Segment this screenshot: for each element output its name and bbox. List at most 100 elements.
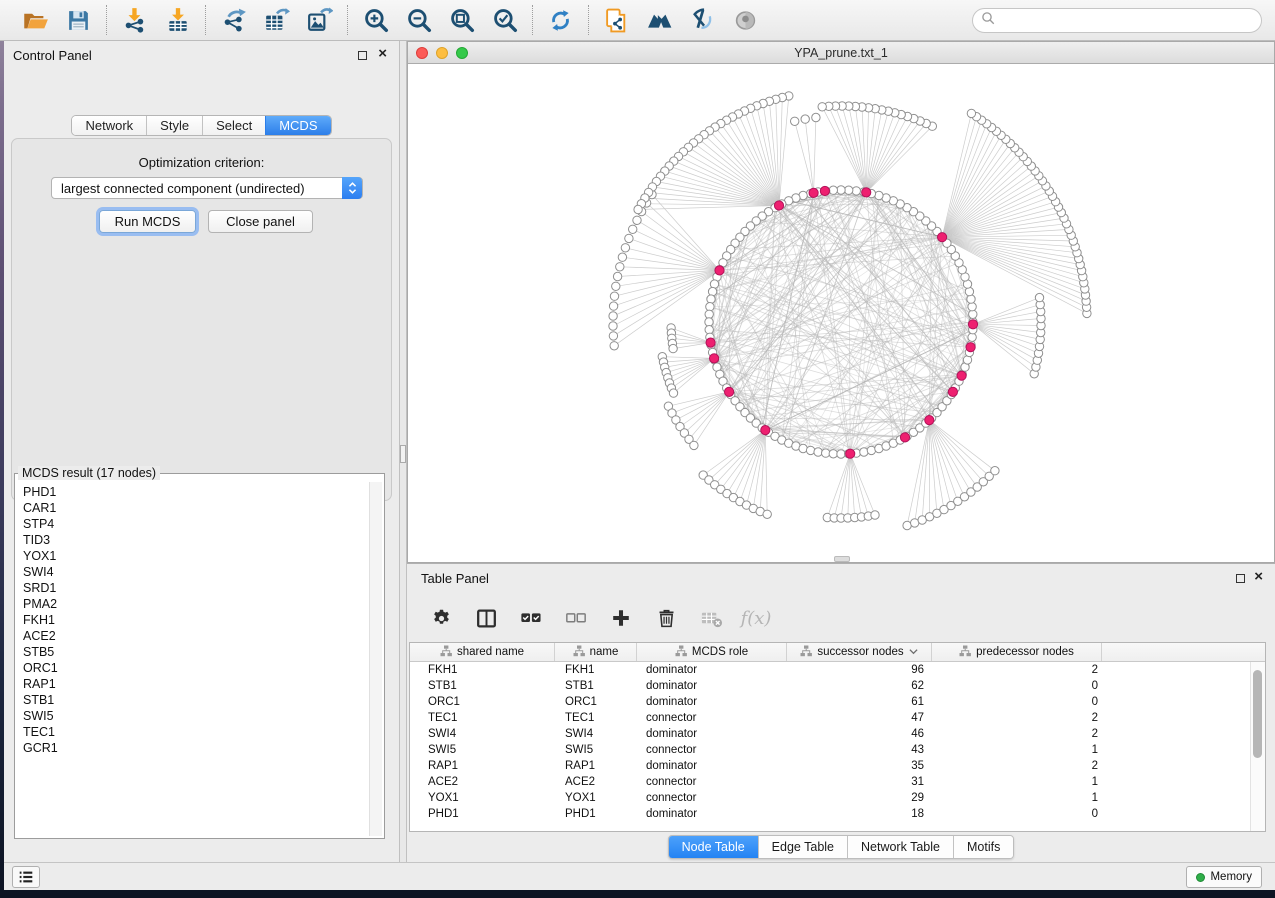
column-header-predecessor-nodes[interactable]: predecessor nodes <box>932 643 1102 661</box>
columns-icon[interactable] <box>474 606 498 630</box>
binoculars-icon[interactable] <box>646 7 673 34</box>
save-icon[interactable] <box>65 7 92 34</box>
network-canvas[interactable] <box>408 64 1274 562</box>
table-row[interactable]: ORC1ORC1dominator610 <box>410 694 1265 710</box>
optimization-criterion-select[interactable]: largest connected component (undirected) <box>51 177 363 199</box>
tree-icon <box>675 645 687 660</box>
mcds-result-item[interactable]: GCR1 <box>23 740 366 756</box>
mcds-result-item[interactable]: ACE2 <box>23 628 366 644</box>
mcds-result-item[interactable]: STB5 <box>23 644 366 660</box>
tab-mcds[interactable]: MCDS <box>265 116 330 135</box>
memory-button[interactable]: Memory <box>1186 866 1262 888</box>
close-icon[interactable]: × <box>1254 568 1263 586</box>
table-cell: 35 <box>787 758 932 774</box>
control-panel-title: Control Panel <box>13 48 92 63</box>
mcds-result-item[interactable]: YOX1 <box>23 548 366 564</box>
column-header-successor-nodes[interactable]: successor nodes <box>787 643 932 661</box>
table-row[interactable]: STB1STB1dominator620 <box>410 678 1265 694</box>
table-row[interactable]: TEC1TEC1connector472 <box>410 710 1265 726</box>
close-panel-button[interactable]: Close panel <box>208 210 313 233</box>
close-icon[interactable]: × <box>378 45 387 63</box>
mcds-result-scrollbar[interactable] <box>369 482 382 836</box>
add-icon[interactable] <box>609 606 633 630</box>
gear-icon[interactable] <box>429 606 453 630</box>
table-cell: 47 <box>787 710 932 726</box>
table-cell: 61 <box>787 694 932 710</box>
zoom-selected-icon[interactable] <box>491 7 518 34</box>
mcds-result-item[interactable]: PHD1 <box>23 484 366 500</box>
column-header-MCDS-role[interactable]: MCDS role <box>637 643 787 661</box>
node-table: shared namenameMCDS rolesuccessor nodesp… <box>409 642 1266 832</box>
mcds-result-item[interactable]: SRD1 <box>23 580 366 596</box>
mcds-result-item[interactable]: ORC1 <box>23 660 366 676</box>
hide-details-icon[interactable] <box>689 7 716 34</box>
splitter-handle[interactable] <box>400 445 406 463</box>
table-row[interactable]: ACE2ACE2connector311 <box>410 774 1265 790</box>
deselect-all-icon[interactable] <box>564 606 588 630</box>
mcds-result-item[interactable]: SWI5 <box>23 708 366 724</box>
mcds-result-item[interactable]: STP4 <box>23 516 366 532</box>
select-all-icon[interactable] <box>519 606 543 630</box>
tab-node-table[interactable]: Node Table <box>669 836 758 858</box>
table-row[interactable]: FKH1FKH1dominator962 <box>410 662 1265 678</box>
table-row[interactable]: RAP1RAP1dominator352 <box>410 758 1265 774</box>
tab-select[interactable]: Select <box>202 116 265 135</box>
table-row[interactable]: SWI5SWI5connector431 <box>410 742 1265 758</box>
delete-icon[interactable] <box>654 606 678 630</box>
table-cell: TEC1 <box>555 710 637 726</box>
mcds-result-item[interactable]: CAR1 <box>23 500 366 516</box>
tree-icon <box>959 645 971 660</box>
import-network-icon[interactable] <box>121 7 148 34</box>
search-input[interactable] <box>1001 14 1253 28</box>
network-window-titlebar[interactable]: YPA_prune.txt_1 <box>408 42 1274 64</box>
open-folder-icon[interactable] <box>22 7 49 34</box>
vertical-splitter[interactable] <box>399 41 407 862</box>
table-cell: 2 <box>932 726 1102 742</box>
run-mcds-button[interactable]: Run MCDS <box>99 210 196 233</box>
mcds-result-item[interactable]: TID3 <box>23 532 366 548</box>
column-header-shared-name[interactable]: shared name <box>410 643 555 661</box>
table-panel-title: Table Panel <box>421 571 489 586</box>
mcds-result-item[interactable]: PMA2 <box>23 596 366 612</box>
export-image-icon[interactable] <box>306 7 333 34</box>
column-header-name[interactable]: name <box>555 643 637 661</box>
clone-network-icon[interactable] <box>603 7 630 34</box>
table-scrollbar[interactable] <box>1250 662 1265 831</box>
table-row[interactable]: SWI4SWI4dominator462 <box>410 726 1265 742</box>
export-table-icon[interactable] <box>263 7 290 34</box>
tab-network[interactable]: Network <box>72 116 146 135</box>
float-window-icon[interactable] <box>358 51 367 60</box>
mcds-result-item[interactable]: TEC1 <box>23 724 366 740</box>
mcds-result-item[interactable]: SWI4 <box>23 564 366 580</box>
tab-motifs[interactable]: Motifs <box>953 836 1013 858</box>
zoom-out-icon[interactable] <box>405 7 432 34</box>
float-window-icon[interactable] <box>1236 574 1245 583</box>
table-cell: connector <box>637 710 787 726</box>
horizontal-splitter-handle[interactable] <box>834 556 850 562</box>
tab-edge-table[interactable]: Edge Table <box>758 836 847 858</box>
mcds-result-item[interactable]: RAP1 <box>23 676 366 692</box>
task-history-button[interactable] <box>12 866 40 888</box>
export-network-icon[interactable] <box>220 7 247 34</box>
search-icon <box>981 11 996 31</box>
table-cell: 2 <box>932 710 1102 726</box>
zoom-fit-icon[interactable] <box>448 7 475 34</box>
import-table-icon[interactable] <box>164 7 191 34</box>
tab-style[interactable]: Style <box>146 116 202 135</box>
table-cell: STB1 <box>410 678 555 694</box>
table-cell: ORC1 <box>555 694 637 710</box>
search-box[interactable] <box>972 8 1262 33</box>
show-details-icon[interactable] <box>732 7 759 34</box>
tab-network-table[interactable]: Network Table <box>847 836 953 858</box>
scrollbar-thumb[interactable] <box>1253 670 1262 758</box>
memory-status-icon <box>1196 873 1205 882</box>
zoom-in-icon[interactable] <box>362 7 389 34</box>
refresh-icon[interactable] <box>547 7 574 34</box>
table-cell: 96 <box>787 662 932 678</box>
table-cell: connector <box>637 742 787 758</box>
mcds-result-item[interactable]: STB1 <box>23 692 366 708</box>
table-row[interactable]: PHD1PHD1dominator180 <box>410 806 1265 822</box>
table-cell: dominator <box>637 678 787 694</box>
table-row[interactable]: YOX1YOX1connector291 <box>410 790 1265 806</box>
mcds-result-item[interactable]: FKH1 <box>23 612 366 628</box>
